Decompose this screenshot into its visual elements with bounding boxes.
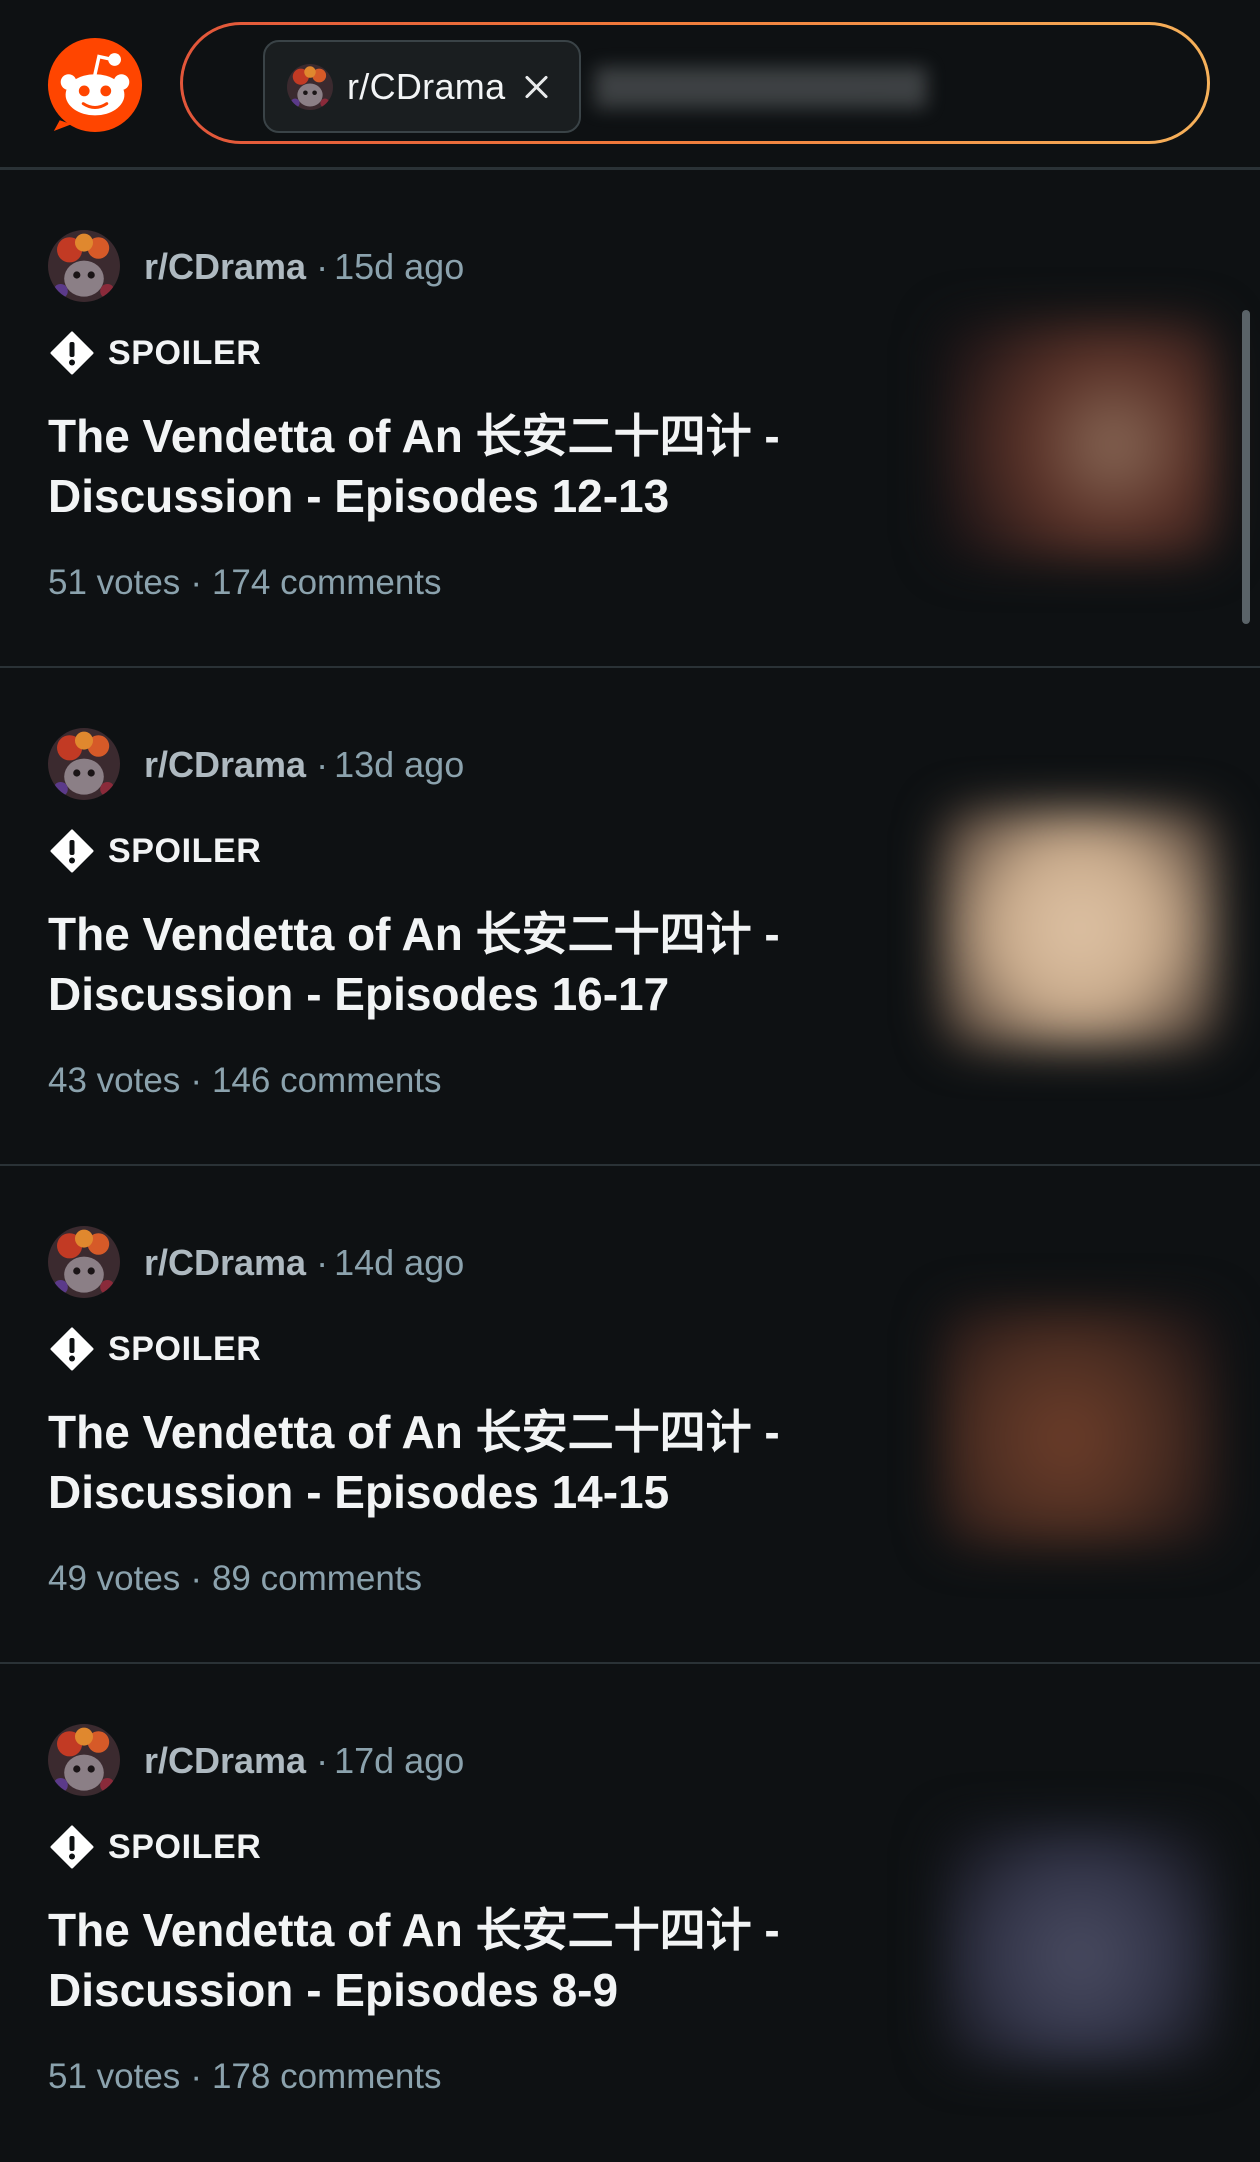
post-card[interactable]: r/CDrama · 15d ago SPOILER The Vendetta of… — [0, 170, 1260, 668]
stats-separator: · — [190, 1559, 202, 1598]
post-age: 14d ago — [334, 1242, 465, 1283]
subreddit-link[interactable]: r/CDrama — [144, 744, 306, 785]
post-title-line: The Vendetta of An 长安二十四计 - — [48, 410, 780, 462]
post-thumbnail[interactable] — [940, 1824, 1220, 2064]
spoiler-warning-icon — [50, 331, 94, 375]
search-field[interactable]: r/CDrama ▒▒▒▒▒▒▒▒▒▒▒▒▒ — [183, 25, 1207, 141]
top-bar: r/CDrama ▒▒▒▒▒▒▒▒▒▒▒▒▒ — [0, 0, 1260, 170]
post-title-line: Discussion - Episodes 14-15 — [48, 1466, 670, 1518]
post-title-line: Discussion - Episodes 16-17 — [48, 968, 670, 1020]
post-age: 13d ago — [334, 744, 465, 785]
spoiler-label: SPOILER — [108, 831, 262, 870]
search-bar[interactable]: r/CDrama ▒▒▒▒▒▒▒▒▒▒▒▒▒ — [180, 22, 1210, 144]
subreddit-avatar-icon[interactable] — [48, 1724, 120, 1796]
vote-count: 51 votes — [48, 563, 181, 602]
comment-count: 146 comments — [211, 1061, 442, 1100]
scrollbar[interactable] — [1242, 310, 1250, 624]
post-title-line: The Vendetta of An 长安二十四计 - — [48, 908, 780, 960]
subreddit-link[interactable]: r/CDrama — [144, 246, 306, 287]
meta-separator: · — [316, 246, 329, 287]
post-meta: r/CDrama · 13d ago — [144, 740, 464, 790]
vote-count: 51 votes — [48, 2057, 181, 2096]
subreddit-link[interactable]: r/CDrama — [144, 1242, 306, 1283]
vote-count: 49 votes — [48, 1559, 181, 1598]
stats-separator: · — [190, 563, 202, 602]
spoiler-warning-icon — [50, 1825, 94, 1869]
post-age: 17d ago — [334, 1740, 465, 1781]
spoiler-warning-icon — [50, 1327, 94, 1371]
spoiler-flair: SPOILER — [50, 826, 261, 876]
post-thumbnail[interactable] — [940, 320, 1220, 560]
post-title[interactable]: The Vendetta of An 长安二十四计 - Discussion -… — [48, 406, 848, 526]
comment-count: 178 comments — [211, 2057, 442, 2096]
meta-separator: · — [316, 1740, 329, 1781]
vote-count: 43 votes — [48, 1061, 181, 1100]
subreddit-avatar-icon[interactable] — [48, 728, 120, 800]
reddit-logo-icon[interactable] — [46, 36, 144, 134]
post-title-line: The Vendetta of An 长安二十四计 - — [48, 1904, 780, 1956]
meta-separator: · — [316, 1242, 329, 1283]
subreddit-avatar-icon[interactable] — [48, 230, 120, 302]
subreddit-avatar-icon[interactable] — [48, 1226, 120, 1298]
spoiler-label: SPOILER — [108, 333, 262, 372]
post-thumbnail[interactable] — [940, 808, 1220, 1048]
spoiler-flair: SPOILER — [50, 328, 261, 378]
post-stats: 51 votes · 178 comments — [48, 2052, 442, 2102]
post-age: 15d ago — [334, 246, 465, 287]
comment-count: 174 comments — [211, 563, 442, 602]
subreddit-avatar-icon — [287, 63, 333, 110]
post-stats: 51 votes · 174 comments — [48, 558, 442, 608]
post-title-line: Discussion - Episodes 8-9 — [48, 1964, 619, 2016]
post-title-line: Discussion - Episodes 12-13 — [48, 470, 670, 522]
stats-separator: · — [190, 2057, 202, 2096]
post-meta: r/CDrama · 15d ago — [144, 242, 464, 292]
post-title[interactable]: The Vendetta of An 长安二十四计 - Discussion -… — [48, 1402, 848, 1522]
post-stats: 49 votes · 89 comments — [48, 1554, 422, 1604]
post-card[interactable]: r/CDrama · 14d ago SPOILER The Vendetta of… — [0, 1166, 1260, 1664]
post-thumbnail[interactable] — [940, 1306, 1220, 1546]
post-meta: r/CDrama · 17d ago — [144, 1736, 464, 1786]
spoiler-flair: SPOILER — [50, 1822, 261, 1872]
community-filter-chip[interactable]: r/CDrama — [263, 40, 581, 133]
community-chip-label: r/CDrama — [347, 65, 506, 107]
spoiler-label: SPOILER — [108, 1329, 262, 1368]
spoiler-flair: SPOILER — [50, 1324, 261, 1374]
search-query-text: ▒▒▒▒▒▒▒▒▒▒▒▒▒ — [595, 65, 927, 106]
stats-separator: · — [190, 1061, 202, 1100]
close-icon[interactable] — [521, 72, 551, 102]
post-title[interactable]: The Vendetta of An 长安二十四计 - Discussion -… — [48, 1900, 848, 2020]
post-card[interactable]: r/CDrama · 17d ago SPOILER The Vendetta of… — [0, 1664, 1260, 2162]
meta-separator: · — [316, 744, 329, 785]
post-meta: r/CDrama · 14d ago — [144, 1238, 464, 1288]
post-stats: 43 votes · 146 comments — [48, 1056, 442, 1106]
subreddit-link[interactable]: r/CDrama — [144, 1740, 306, 1781]
spoiler-label: SPOILER — [108, 1827, 262, 1866]
post-title-line: The Vendetta of An 长安二十四计 - — [48, 1406, 780, 1458]
comment-count: 89 comments — [211, 1559, 423, 1598]
post-card[interactable]: r/CDrama · 13d ago SPOILER The Vendetta of… — [0, 668, 1260, 1166]
post-title[interactable]: The Vendetta of An 长安二十四计 - Discussion -… — [48, 904, 848, 1024]
spoiler-warning-icon — [50, 829, 94, 873]
